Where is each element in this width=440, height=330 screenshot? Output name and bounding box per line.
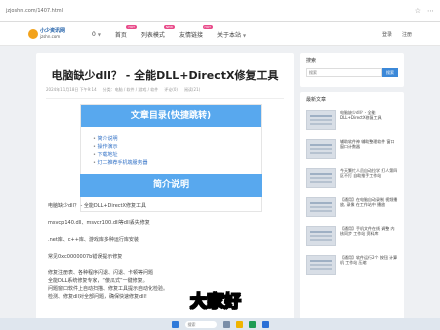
post-thumbnail[interactable] [306,168,336,188]
hot-badge: HOT [202,24,213,29]
paragraph: 电脑缺少dll？ - 全能DLL+DirectX修复工具 [48,203,146,209]
windows-start-icon[interactable] [171,320,179,328]
search-button[interactable]: 搜索 [382,68,398,77]
register-link[interactable]: 注册 [402,31,412,38]
paragraph: 修复注册表、各种程序闪退、闪退、卡顿等问题 [48,270,154,276]
sidebar-recent-posts: 最新文章 电脑缺少dll？- 全能DLL+DirectX修复工具 辅助软件神 辅… [300,92,404,330]
divider [46,98,284,99]
recent-label: 最新文章 [306,97,327,103]
file-explorer-icon[interactable] [235,320,243,328]
site-header: 小少资讯网 jzshn.com 0 ▼ 首页 HOT 列表模式 NEW 友情链接 HOT… [0,22,440,46]
star-icon[interactable]: ☆ [415,7,421,15]
main-nav: 0 ▼ 首页 HOT 列表模式 NEW 友情链接 HOT 关于本站 ▼ [92,22,246,46]
article-meta: 2024年11月18日 下午9:14 分类：电脑 / 软件 / 游戏 / 软件 … [46,87,286,93]
meta-views: 阅读(21) [183,87,201,92]
recent-post[interactable]: 今天繁忙人员自动拉学 打人第四区不打 自助推手工作站 [306,168,398,190]
logo-domain: jzshn.com [40,34,61,39]
url-text[interactable]: jzjoshn.com/1407.html [6,8,415,14]
post-thumbnail[interactable] [306,197,336,217]
app-icon[interactable] [248,320,256,328]
paragraph: .net库、c++库、游戏库多种运行库安装 [48,237,139,243]
search-input[interactable] [306,68,382,77]
browser-actions: ☆ ⋯ [415,7,434,15]
toc-title: 文章目录(快捷跳转) [81,105,261,127]
nav-item-0[interactable]: 0 ▼ [92,31,101,38]
chevron-down-icon: ▼ [97,31,101,37]
paragraph: 全能DLL系统修复专家，“傻瓜式”一键修复。 [48,278,148,284]
recent-post[interactable]: 【通用】软件运行2个 按钮 计算机 工作站 压缩 [306,255,398,277]
paragraph: 问题窗口软件上自动扫描、修复工具提示自动化检验。 [48,286,169,292]
paragraph: msvcp140.dll、msvcr100.dll等dll丢失修复 [48,220,150,226]
nav-item-home[interactable]: 首页 HOT [115,24,137,39]
post-thumbnail[interactable] [306,226,336,246]
auth-links: 登录 注册 [382,31,412,38]
nav-item-friend-links[interactable]: 友情链接 HOT [179,24,213,39]
toc-link[interactable]: 灯二推荐手机端服务器 [93,159,261,167]
hot-badge: HOT [126,24,137,29]
toc-link[interactable]: 简介说明 [93,135,261,143]
post-thumbnail[interactable] [306,110,336,130]
recent-post[interactable]: 【通用】在电脑自动录制 视频播放, 录像 在工作站中 播放 [306,197,398,219]
toc-list: 简介说明 操作演示 下载地址 灯二推荐手机端服务器 [81,127,261,167]
recent-post[interactable]: 电脑缺少dll？- 全能DLL+DirectX修复工具 [306,110,398,132]
new-badge: NEW [163,24,175,29]
nav-item-list-mode[interactable]: 列表模式 NEW [141,24,175,39]
recent-post[interactable]: 辅助软件神 辅助整理软件 窗口 窗口计数器 [306,139,398,161]
video-subtitle: 大家好 [190,292,242,313]
toc-link[interactable]: 下载地址 [93,151,261,159]
paragraph: 常见0xc0000007b错误提示修复 [48,254,123,260]
toc-link[interactable]: 操作演示 [93,143,261,151]
search-label: 搜索 [306,58,317,64]
post-thumbnail[interactable] [306,139,336,159]
paragraph: 检测、修复dll对全部问题，确保快速修复dll! [48,294,147,300]
chevron-down-icon: ▼ [242,32,247,38]
login-link[interactable]: 登录 [382,31,392,38]
browser-address-bar[interactable]: jzjoshn.com/1407.html ☆ ⋯ [0,0,440,22]
edge-browser-icon[interactable] [261,320,269,328]
recent-post[interactable]: 【通用】手机文件在线 调整 内核同步 工作站 资料库 [306,226,398,248]
logo-icon [28,29,38,39]
meta-date: 2024年11月18日 下午9:14 [46,87,97,92]
meta-comments[interactable]: 评论(0) [164,87,178,93]
article-card: 电脑缺少dll？ - 全能DLL+DirectX修复工具 2024年11月18日… [36,53,294,330]
site-logo[interactable]: 小少资讯网 jzshn.com [28,26,72,42]
post-thumbnail[interactable] [306,255,336,275]
menu-icon[interactable]: ⋯ [427,7,434,15]
sidebar-search: 搜索 搜索 [300,53,404,87]
taskbar: 搜索 [0,318,440,330]
taskbar-search[interactable]: 搜索 [184,320,217,328]
intro-heading: 简介说明 [80,174,262,197]
task-view-icon[interactable] [222,320,230,328]
article-title: 电脑缺少dll？ - 全能DLL+DirectX修复工具 [51,69,279,82]
meta-category[interactable]: 分类：电脑 / 软件 / 游戏 / 软件 [103,87,159,93]
nav-item-about[interactable]: 关于本站 ▼ [217,30,246,39]
